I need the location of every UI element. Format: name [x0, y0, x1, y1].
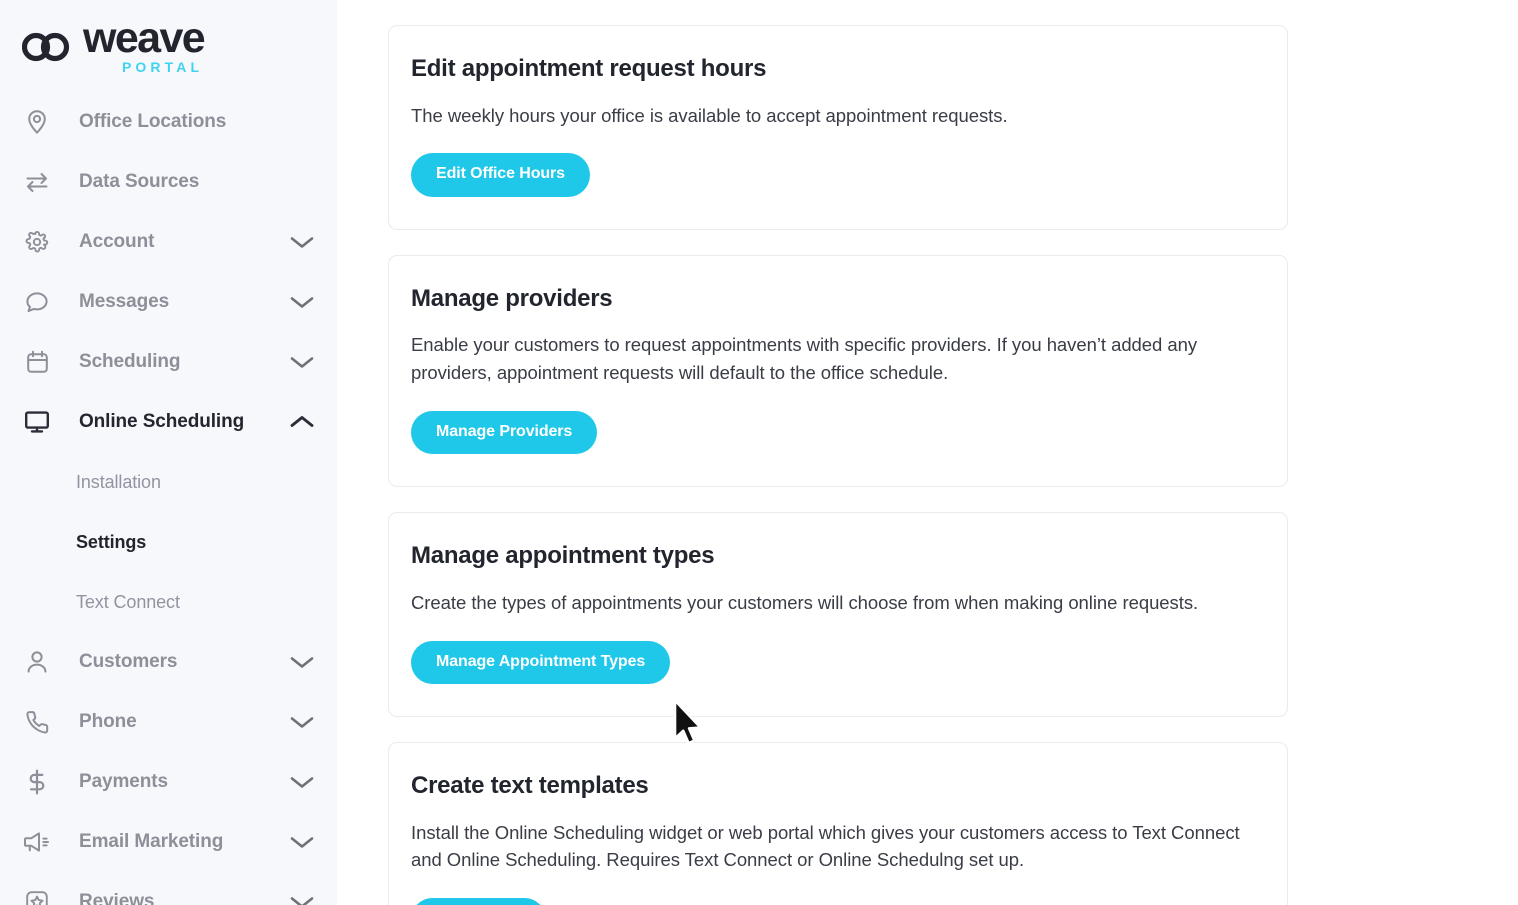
sidebar-subitem-label: Settings [76, 531, 147, 552]
chevron-down-icon[interactable] [289, 354, 315, 370]
sidebar-subitem-installation[interactable]: Installation [0, 452, 337, 512]
monitor-icon [22, 410, 52, 434]
sidebar-subitem-label: Text Connect [76, 591, 180, 612]
sidebar-item-label: Email Marketing [79, 831, 224, 852]
chevron-down-icon[interactable] [289, 654, 315, 670]
card-title: Edit appointment request hours [411, 55, 767, 82]
chevron-down-icon[interactable] [289, 894, 315, 905]
chevron-down-icon[interactable] [289, 774, 315, 790]
calendar-icon [22, 350, 52, 374]
card-manage-providers: Manage providers Enable your customers t… [388, 254, 1288, 488]
card-description: Create the types of appointments your cu… [411, 591, 1199, 613]
sidebar-item-reviews[interactable]: Reviews [0, 872, 337, 905]
sidebar-item-scheduling[interactable]: Scheduling [0, 332, 337, 392]
card-manage-appointment-types: Manage appointment types Create the type… [388, 512, 1288, 717]
gear-icon [22, 230, 52, 254]
sidebar-item-label: Account [79, 231, 155, 252]
sidebar-item-label: Customers [79, 651, 178, 672]
sidebar-item-label: Reviews [79, 891, 155, 905]
sidebar-item-office-locations[interactable]: Office Locations [0, 92, 337, 152]
card-create-text-templates: Create text templates Install the Online… [388, 741, 1288, 905]
map-pin-icon [22, 109, 52, 135]
sidebar-item-phone[interactable]: Phone [0, 692, 337, 752]
sidebar-item-account[interactable]: Account [0, 212, 337, 272]
sidebar-item-payments[interactable]: Payments [0, 752, 337, 812]
card-title: Manage appointment types [411, 542, 715, 570]
sidebar-item-online-scheduling[interactable]: Online Scheduling [0, 392, 337, 452]
sidebar-subitem-settings[interactable]: Settings [0, 512, 337, 572]
sidebar-item-label: Payments [79, 771, 168, 792]
chevron-down-icon[interactable] [289, 714, 315, 730]
card-description: Enable your customers to request appoint… [411, 334, 1198, 384]
sidebar-nav: Office Locations Data Sources Account Me… [0, 74, 337, 905]
dollar-icon [22, 769, 52, 795]
sidebar-item-label: Office Locations [79, 111, 227, 132]
brand-name: weave [83, 14, 206, 63]
chevron-down-icon[interactable] [289, 234, 315, 250]
card-description: Install the Online Scheduling widget or … [411, 821, 1240, 871]
sidebar-item-label: Online Scheduling [79, 411, 245, 432]
person-icon [22, 650, 52, 674]
sidebar-item-label: Phone [79, 711, 137, 732]
sidebar-item-messages[interactable]: Messages [0, 272, 337, 332]
get-started-button[interactable]: Get Started [411, 898, 547, 905]
card-title: Create text templates [411, 771, 649, 799]
sidebar-subitem-label: Installation [76, 471, 161, 492]
transfer-arrows-icon [22, 171, 52, 193]
phone-icon [22, 710, 52, 734]
chevron-down-icon[interactable] [289, 294, 315, 310]
sidebar-item-data-sources[interactable]: Data Sources [0, 152, 337, 212]
card-description: The weekly hours your office is availabl… [411, 104, 1008, 126]
main-content: Edit appointment request hours The weekl… [337, 0, 1518, 905]
star-box-icon [22, 890, 52, 905]
weave-infinity-logo-icon [21, 31, 74, 68]
sidebar-item-label: Data Sources [79, 171, 200, 192]
edit-office-hours-button[interactable]: Edit Office Hours [411, 153, 590, 197]
manage-appointment-types-button[interactable]: Manage Appointment Types [411, 640, 671, 684]
sidebar-item-email-marketing[interactable]: Email Marketing [0, 812, 337, 872]
chevron-up-icon[interactable] [289, 414, 315, 430]
brand-logo[interactable]: weave PORTAL [0, 0, 337, 74]
card-edit-appointment-request-hours: Edit appointment request hours The weekl… [388, 25, 1288, 230]
card-title: Manage providers [411, 284, 613, 312]
brand-subtitle: PORTAL [121, 59, 204, 75]
sidebar: weave PORTAL Office Locations Data Sourc… [0, 0, 337, 905]
sidebar-item-label: Scheduling [79, 351, 181, 372]
megaphone-icon [22, 831, 52, 853]
sidebar-item-customers[interactable]: Customers [0, 632, 337, 692]
chevron-down-icon[interactable] [289, 834, 315, 850]
manage-providers-button[interactable]: Manage Providers [411, 410, 598, 455]
app-root: weave PORTAL Office Locations Data Sourc… [0, 0, 1518, 905]
chat-bubble-icon [22, 291, 52, 314]
sidebar-item-label: Messages [79, 291, 170, 312]
sidebar-subitem-text-connect[interactable]: Text Connect [0, 572, 337, 632]
